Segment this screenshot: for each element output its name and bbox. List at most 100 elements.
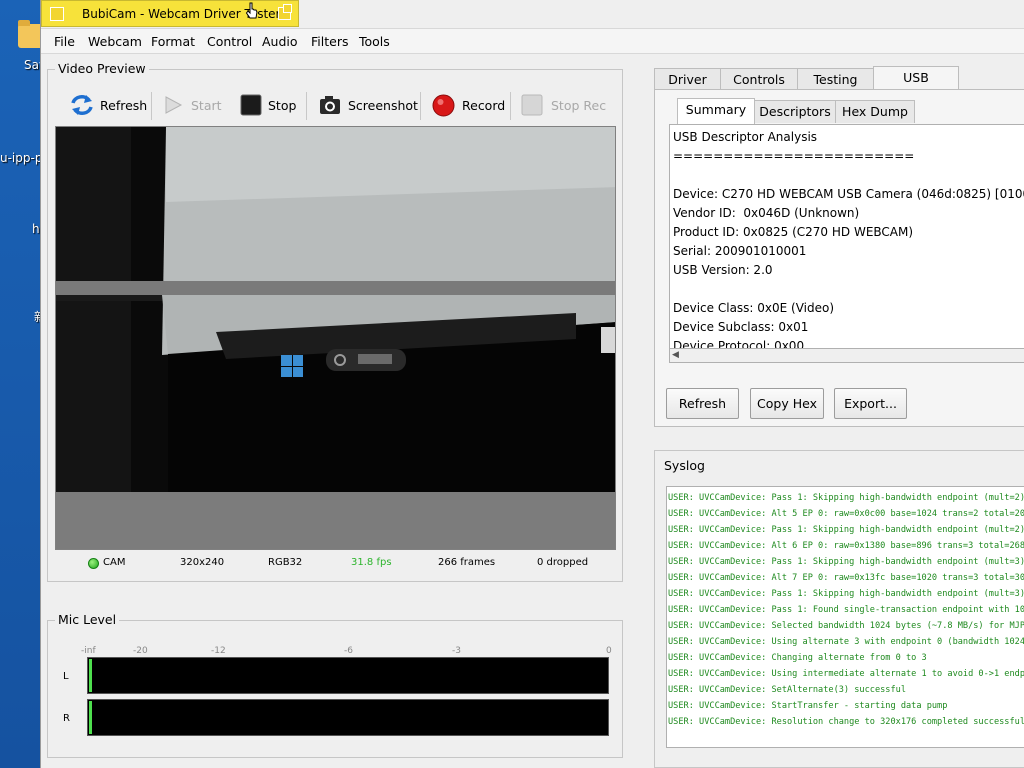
fps-status: 31.8 fps bbox=[351, 557, 392, 568]
menu-control[interactable]: Control bbox=[207, 34, 252, 49]
play-icon bbox=[165, 96, 183, 114]
menu-format[interactable]: Format bbox=[151, 34, 195, 49]
syslog-line: USER: UVCCamDevice: Alt 7 EP 0: raw=0x13… bbox=[668, 573, 1024, 583]
usb-summary-line: Vendor ID: 0x046D (Unknown) bbox=[673, 206, 860, 220]
window-menu-icon[interactable] bbox=[50, 7, 64, 21]
tab-driver-info[interactable]: Driver Info bbox=[654, 68, 721, 102]
syslog-line: USER: UVCCamDevice: Resolution change to… bbox=[668, 717, 1024, 727]
subtab-descriptors[interactable]: Descriptors bbox=[754, 100, 836, 123]
syslog-line: USER: UVCCamDevice: Using intermediate a… bbox=[668, 669, 1024, 679]
app-window: BubiCam - Webcam Driver Tester File Webc… bbox=[40, 0, 1024, 768]
usb-summary-line: USB Version: 2.0 bbox=[673, 263, 773, 277]
menu-tools[interactable]: Tools bbox=[359, 34, 390, 49]
scale-tick: -6 bbox=[344, 646, 353, 656]
stop-button[interactable]: Stop bbox=[240, 88, 296, 122]
syslog-line: USER: UVCCamDevice: StartTransfer - star… bbox=[668, 701, 948, 711]
level-bar bbox=[89, 659, 92, 692]
record-icon bbox=[432, 94, 455, 116]
stop-rec-label: Stop Rec bbox=[551, 97, 607, 113]
camera-status-led-icon bbox=[88, 558, 99, 569]
menu-file[interactable]: File bbox=[54, 34, 75, 49]
stop-rec-button[interactable]: Stop Rec bbox=[521, 88, 606, 122]
usb-tab-pane: Summary Descriptors Hex Dump USB Descrip… bbox=[654, 89, 1024, 427]
syslog-line: USER: UVCCamDevice: Alt 6 EP 0: raw=0x13… bbox=[668, 541, 1024, 551]
titlebar-background bbox=[299, 0, 1024, 27]
usb-summary-line: USB Descriptor Analysis bbox=[673, 130, 818, 144]
syslog-line: USER: UVCCamDevice: Selected bandwidth 1… bbox=[668, 621, 1024, 631]
screenshot-label: Screenshot bbox=[348, 97, 418, 113]
video-preview[interactable] bbox=[55, 126, 616, 550]
syslog-line: USER: UVCCamDevice: Pass 1: Skipping hig… bbox=[668, 525, 1024, 535]
title-bar[interactable]: BubiCam - Webcam Driver Tester bbox=[41, 0, 299, 27]
toolbar-separator bbox=[510, 92, 511, 120]
camera-icon bbox=[320, 96, 340, 114]
scale-tick: 0 bbox=[606, 646, 612, 656]
record-button[interactable]: Record bbox=[432, 88, 505, 122]
stop-icon bbox=[240, 94, 262, 116]
refresh-button[interactable]: Refresh bbox=[69, 88, 147, 122]
right-channel-meter bbox=[87, 699, 609, 736]
syslog-line: USER: UVCCamDevice: Alt 5 EP 0: raw=0x0c… bbox=[668, 509, 1024, 519]
start-button[interactable]: Start bbox=[163, 88, 222, 122]
record-label: Record bbox=[462, 97, 506, 113]
usb-summary-text[interactable]: USB Descriptor Analysis =================… bbox=[669, 124, 1024, 349]
left-channel-label: L bbox=[63, 671, 69, 682]
tab-controls[interactable]: Controls bbox=[720, 68, 798, 90]
stop-rec-icon bbox=[521, 94, 543, 116]
syslog-line: USER: UVCCamDevice: Pass 1: Skipping hig… bbox=[668, 589, 1024, 599]
usb-summary-line: Serial: 200901010001 bbox=[673, 244, 807, 258]
start-label: Start bbox=[191, 97, 222, 113]
video-toolbar: Refresh Start Stop Screenshot Record Sto… bbox=[57, 88, 617, 122]
level-bar bbox=[89, 701, 92, 734]
syslog-title: Syslog bbox=[661, 458, 708, 473]
cam-status: CAM bbox=[103, 557, 126, 568]
toolbar-separator bbox=[151, 92, 152, 120]
menu-audio[interactable]: Audio bbox=[262, 34, 298, 49]
syslog-line: USER: UVCCamDevice: Using alternate 3 wi… bbox=[668, 637, 1024, 647]
video-status-bar: CAM 320x240 RGB32 31.8 fps 266 frames 0 … bbox=[55, 553, 616, 573]
menu-bar: File Webcam Format Control Audio Filters… bbox=[41, 28, 1024, 54]
syslog-line: USER: UVCCamDevice: Changing alternate f… bbox=[668, 653, 927, 663]
desktop-icon-label[interactable]: h bbox=[32, 222, 40, 236]
scale-tick: -3 bbox=[452, 646, 461, 656]
usb-summary-line: Device Protocol: 0x00 bbox=[673, 339, 805, 349]
syslog-group: Syslog USER: UVCCamDevice: Pass 1: Skipp… bbox=[654, 450, 1024, 768]
tab-usb[interactable]: USB bbox=[873, 66, 959, 91]
syslog-line: USER: UVCCamDevice: SetAlternate(3) succ… bbox=[668, 685, 906, 695]
copy-hex-button[interactable]: Copy Hex bbox=[750, 388, 824, 419]
usb-summary-line: ======================== bbox=[673, 149, 915, 163]
horizontal-scrollbar[interactable]: ◀ bbox=[669, 349, 1024, 363]
toolbar-separator bbox=[306, 92, 307, 120]
format-status: RGB32 bbox=[268, 557, 303, 568]
refresh-icon bbox=[71, 95, 93, 115]
scale-tick: -12 bbox=[211, 646, 226, 656]
usb-summary-line: Product ID: 0x0825 (C270 HD WEBCAM) bbox=[673, 225, 914, 239]
usb-summary-line: Device Class: 0x0E (Video) bbox=[673, 301, 835, 315]
menu-webcam[interactable]: Webcam bbox=[88, 34, 142, 49]
usb-summary-line: Device: C270 HD WEBCAM USB Camera (046d:… bbox=[673, 187, 1024, 201]
mic-level-title: Mic Level bbox=[55, 612, 120, 627]
menu-filters[interactable]: Filters bbox=[311, 34, 348, 49]
usb-refresh-button[interactable]: Refresh bbox=[666, 388, 739, 419]
scale-tick: -20 bbox=[133, 646, 148, 656]
resolution-status: 320x240 bbox=[180, 557, 225, 568]
toolbar-separator bbox=[420, 92, 421, 120]
scale-tick: -inf bbox=[81, 646, 96, 656]
scroll-left-icon[interactable]: ◀ bbox=[672, 350, 679, 360]
subtab-summary[interactable]: Summary bbox=[677, 98, 755, 124]
syslog-line: USER: UVCCamDevice: Pass 1: Skipping hig… bbox=[668, 557, 1024, 567]
syslog-view[interactable]: USER: UVCCamDevice: Pass 1: Skipping hig… bbox=[666, 486, 1024, 748]
tab-testing[interactable]: Testing bbox=[797, 68, 874, 90]
left-channel-meter bbox=[87, 657, 609, 694]
refresh-label: Refresh bbox=[100, 97, 148, 113]
stop-label: Stop bbox=[268, 97, 297, 113]
syslog-line: USER: UVCCamDevice: Pass 1: Skipping hig… bbox=[668, 493, 1024, 503]
video-frame bbox=[56, 127, 615, 549]
subtab-hex-dump[interactable]: Hex Dump bbox=[835, 100, 915, 123]
export-button[interactable]: Export... bbox=[834, 388, 907, 419]
usb-summary-line: Device Subclass: 0x01 bbox=[673, 320, 809, 334]
right-channel-label: R bbox=[63, 713, 70, 724]
screenshot-button[interactable]: Screenshot bbox=[319, 88, 418, 122]
syslog-line: USER: UVCCamDevice: Pass 1: Found single… bbox=[668, 605, 1024, 615]
dropped-status: 0 dropped bbox=[537, 557, 589, 568]
